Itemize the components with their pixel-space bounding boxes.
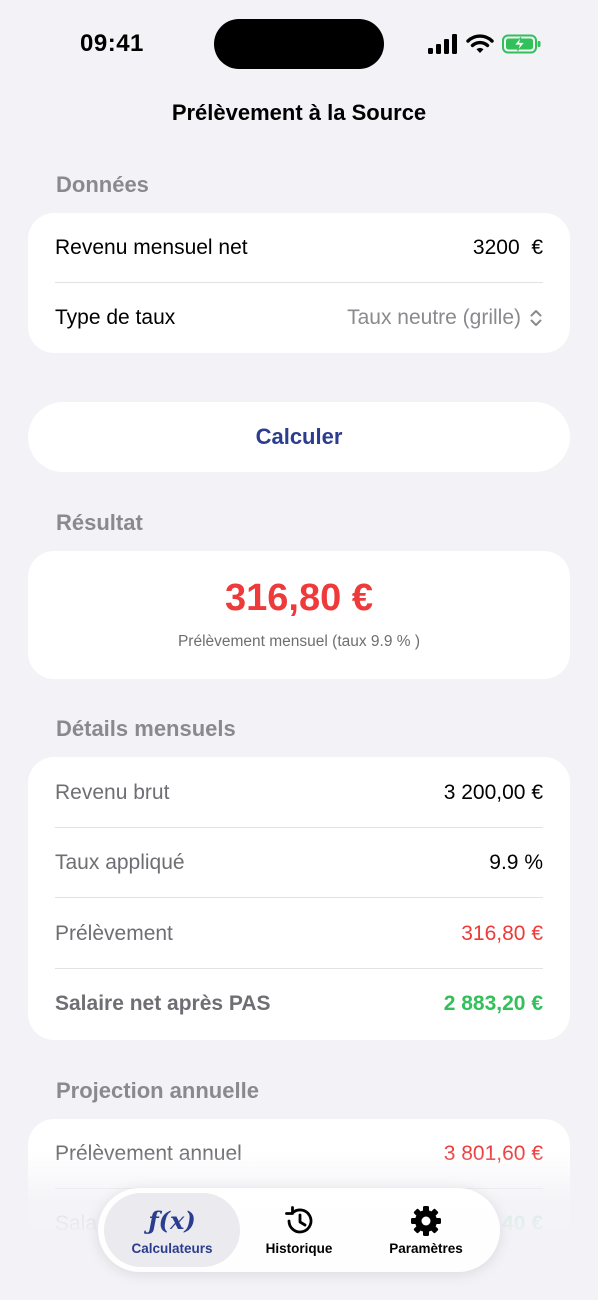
function-icon: ƒ(x)	[148, 1206, 196, 1235]
status-bar: 09:41	[0, 0, 598, 90]
detail-value: 2 883,20 €	[443, 992, 543, 1015]
detail-label: Revenu brut	[55, 781, 170, 804]
tab-history[interactable]: Historique	[231, 1193, 367, 1267]
monthly-card: Revenu brut 3 200,00 € Taux appliqué 9.9…	[28, 757, 570, 1040]
status-icons	[428, 33, 542, 55]
annual-value-tail: 40 €	[502, 1212, 543, 1235]
detail-row-applied-rate: Taux appliqué 9.9 %	[55, 828, 543, 898]
detail-row-gross-income: Revenu brut 3 200,00 €	[55, 758, 543, 828]
wifi-icon	[466, 34, 494, 53]
result-card: 316,80 € Prélèvement mensuel (taux 9.9 %…	[28, 551, 570, 679]
rate-type-row[interactable]: Type de taux Taux neutre (grille)	[55, 283, 543, 353]
detail-value: 3 200,00 €	[443, 781, 543, 804]
detail-row-withholding: Prélèvement 316,80 €	[55, 899, 543, 969]
tab-label: Historique	[265, 1240, 333, 1256]
result-amount: 316,80 €	[225, 577, 373, 619]
detail-value: 316,80 €	[461, 922, 543, 945]
calculate-button[interactable]: Calculer	[28, 402, 570, 472]
gear-icon	[409, 1205, 443, 1237]
rate-type-picker[interactable]: Taux neutre (grille)	[347, 306, 543, 330]
tab-label: Paramètres	[389, 1240, 463, 1256]
dynamic-island	[214, 19, 384, 69]
cellular-signal-icon	[428, 34, 457, 54]
income-value[interactable]: 3200	[473, 236, 520, 259]
inputs-card: Revenu mensuel net 3200 € Type de taux T…	[28, 213, 570, 353]
battery-charging-icon	[502, 34, 541, 54]
income-field[interactable]: 3200 €	[473, 236, 543, 260]
annual-row-withholding: Prélèvement annuel 3 801,60 €	[55, 1119, 543, 1189]
page-title: Prélèvement à la Source	[171, 100, 427, 125]
income-label: Revenu mensuel net	[55, 236, 248, 259]
annual-label: Sala	[55, 1212, 98, 1235]
annual-label: Prélèvement annuel	[55, 1142, 242, 1165]
tab-settings[interactable]: Paramètres	[358, 1193, 494, 1267]
detail-label: Prélèvement	[55, 922, 173, 945]
inputs-section-header: Données	[56, 172, 149, 197]
chevron-up-down-icon	[530, 310, 542, 326]
annual-value: 3 801,60 €	[443, 1142, 543, 1165]
result-section-header: Résultat	[56, 510, 143, 535]
tab-calculators[interactable]: ƒ(x) Calculateurs	[104, 1193, 240, 1267]
history-icon	[282, 1205, 316, 1237]
income-row[interactable]: Revenu mensuel net 3200 €	[55, 213, 543, 283]
detail-label: Taux appliqué	[55, 851, 185, 874]
rate-type-label: Type de taux	[55, 306, 176, 329]
tab-bar: ƒ(x) Calculateurs Historique Paramètres	[98, 1188, 500, 1272]
annual-section-header: Projection annuelle	[56, 1078, 259, 1103]
detail-label: Salaire net après PAS	[55, 992, 271, 1015]
income-currency: €	[531, 236, 543, 259]
divider	[55, 897, 543, 898]
detail-row-net-salary: Salaire net après PAS 2 883,20 €	[55, 969, 543, 1039]
detail-value: 9.9 %	[489, 851, 543, 874]
status-time: 09:41	[80, 30, 144, 57]
monthly-section-header: Détails mensuels	[56, 716, 236, 741]
rate-type-value[interactable]: Taux neutre (grille)	[347, 306, 521, 330]
result-caption: Prélèvement mensuel (taux 9.9 % )	[177, 633, 421, 650]
tab-label: Calculateurs	[131, 1240, 213, 1256]
